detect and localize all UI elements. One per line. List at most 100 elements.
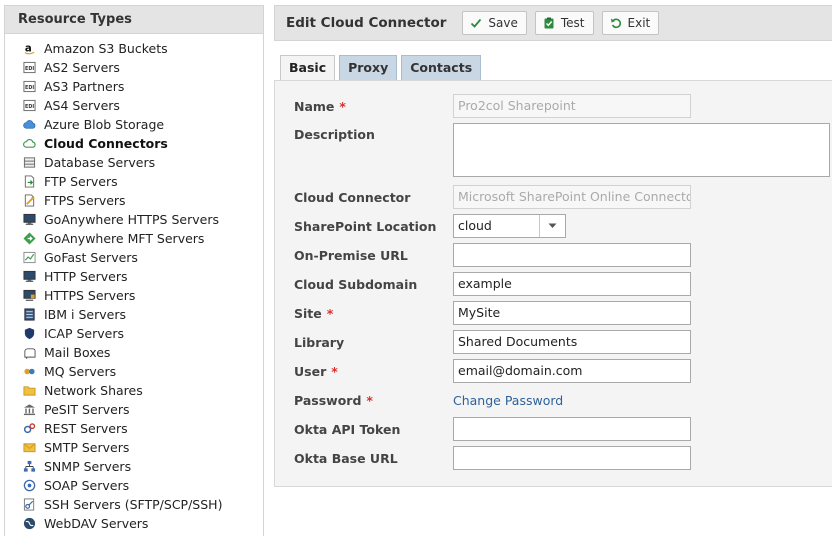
- sidebar-item-as3-partners[interactable]: EDI AS3 Partners: [5, 77, 263, 96]
- sidebar-item-mq-servers[interactable]: MQ Servers: [5, 362, 263, 381]
- monitor-icon: [22, 270, 36, 284]
- change-password-link[interactable]: Change Password: [453, 393, 563, 408]
- check-icon: [470, 17, 482, 29]
- sidebar-item-label: Amazon S3 Buckets: [44, 41, 168, 56]
- monitor-icon: [22, 213, 36, 227]
- name-label: Name *: [294, 98, 346, 114]
- sidebar-item-label: AS2 Servers: [44, 60, 120, 75]
- sidebar-item-label: IBM i Servers: [44, 307, 126, 322]
- svg-text:EDI: EDI: [25, 85, 34, 91]
- sidebar-item-icap-servers[interactable]: ICAP Servers: [5, 324, 263, 343]
- sidebar-item-label: SNMP Servers: [44, 459, 132, 474]
- description-field[interactable]: [453, 123, 830, 177]
- cloud-subdomain-field[interactable]: example: [453, 272, 691, 296]
- sharepoint-location-value: cloud: [458, 218, 492, 233]
- ftp-file-icon: [22, 175, 36, 189]
- sidebar-item-ssh-servers-sftp-scp-ssh[interactable]: SSH Servers (SFTP/SCP/SSH): [5, 495, 263, 514]
- tab-basic[interactable]: Basic: [280, 55, 336, 81]
- sharepoint-location-label: SharePoint Location: [294, 218, 437, 234]
- cloud-icon: [22, 137, 36, 151]
- site-label: Site *: [294, 305, 334, 321]
- sidebar-item-ftps-servers[interactable]: FTPS Servers: [5, 191, 263, 210]
- sidebar-item-label: FTPS Servers: [44, 193, 126, 208]
- ftps-file-icon: [22, 194, 36, 208]
- sidebar-item-network-shares[interactable]: Network Shares: [5, 381, 263, 400]
- tab-bar: Basic Proxy Contacts: [280, 55, 485, 81]
- name-field[interactable]: Pro2col Sharepoint: [453, 94, 691, 118]
- sidebar-item-database-servers[interactable]: Database Servers: [5, 153, 263, 172]
- sidebar-item-label: ICAP Servers: [44, 326, 124, 341]
- test-label: Test: [560, 16, 585, 30]
- okta-api-token-label: Okta API Token: [294, 421, 401, 437]
- sidebar-item-label: Mail Boxes: [44, 345, 111, 360]
- toolbar: Edit Cloud Connector Save Test Exit: [274, 5, 832, 41]
- sidebar-item-label: REST Servers: [44, 421, 128, 436]
- okta-base-url-field[interactable]: [453, 446, 691, 470]
- sidebar-item-pesit-servers[interactable]: PeSIT Servers: [5, 400, 263, 419]
- sidebar-item-rest-servers[interactable]: REST Servers: [5, 419, 263, 438]
- svg-text:EDI: EDI: [25, 104, 34, 110]
- sidebar-item-azure-blob-storage[interactable]: Azure Blob Storage: [5, 115, 263, 134]
- resource-type-list: a Amazon S3 Buckets EDI AS2 Servers EDI AS3 P…: [5, 34, 263, 533]
- gears-icon: [22, 422, 36, 436]
- sidebar-item-mail-boxes[interactable]: Mail Boxes: [5, 343, 263, 362]
- network-icon: [22, 460, 36, 474]
- sidebar-item-https-servers[interactable]: HTTPS Servers: [5, 286, 263, 305]
- sidebar-item-label: SOAP Servers: [44, 478, 130, 493]
- sidebar-item-label: GoAnywhere MFT Servers: [44, 231, 205, 246]
- sidebar-item-amazon-s3-buckets[interactable]: a Amazon S3 Buckets: [5, 39, 263, 58]
- sidebar-item-label: AS4 Servers: [44, 98, 120, 113]
- save-button[interactable]: Save: [462, 11, 527, 35]
- sidebar-item-label: FTP Servers: [44, 174, 118, 189]
- sidebar-item-label: Database Servers: [44, 155, 156, 170]
- edit-panel: Edit Cloud Connector Save Test Exit Basi…: [274, 5, 832, 487]
- sidebar-item-ftp-servers[interactable]: FTP Servers: [5, 172, 263, 191]
- goanywhere-icon: [22, 232, 36, 246]
- cloud-connector-label: Cloud Connector: [294, 189, 411, 205]
- sidebar-item-label: AS3 Partners: [44, 79, 125, 94]
- tab-proxy[interactable]: Proxy: [339, 55, 398, 80]
- chevron-down-icon[interactable]: [539, 215, 565, 237]
- server-icon: [22, 308, 36, 322]
- clipboard-check-icon: [543, 17, 555, 29]
- site-field[interactable]: MySite: [453, 301, 691, 325]
- required-marker: *: [366, 392, 373, 408]
- sidebar-item-as2-servers[interactable]: EDI AS2 Servers: [5, 58, 263, 77]
- sidebar-item-label: HTTP Servers: [44, 269, 128, 284]
- exit-button[interactable]: Exit: [601, 11, 660, 35]
- sidebar-item-goanywhere-mft-servers[interactable]: GoAnywhere MFT Servers: [5, 229, 263, 248]
- sharepoint-location-select[interactable]: cloud: [453, 214, 566, 238]
- test-button[interactable]: Test: [534, 11, 594, 35]
- okta-base-url-label: Okta Base URL: [294, 450, 398, 466]
- okta-api-token-field[interactable]: [453, 417, 691, 441]
- sidebar-item-label: SSH Servers (SFTP/SCP/SSH): [44, 497, 223, 512]
- sidebar-item-label: WebDAV Servers: [44, 516, 149, 531]
- on-premise-url-field[interactable]: [453, 243, 691, 267]
- sidebar-item-gofast-servers[interactable]: GoFast Servers: [5, 248, 263, 267]
- sidebar-item-goanywhere-https-servers[interactable]: GoAnywhere HTTPS Servers: [5, 210, 263, 229]
- sidebar-title: Resource Types: [5, 6, 263, 34]
- description-label: Description: [294, 127, 375, 142]
- sidebar-item-snmp-servers[interactable]: SNMP Servers: [5, 457, 263, 476]
- edi-icon: EDI: [22, 61, 36, 75]
- sidebar-item-soap-servers[interactable]: SOAP Servers: [5, 476, 263, 495]
- sidebar-item-label: Cloud Connectors: [44, 136, 168, 151]
- sidebar-item-as4-servers[interactable]: EDI AS4 Servers: [5, 96, 263, 115]
- folder-icon: [22, 384, 36, 398]
- azure-cloud-icon: [22, 118, 36, 132]
- sidebar-item-smtp-servers[interactable]: SMTP Servers: [5, 438, 263, 457]
- sidebar-item-http-servers[interactable]: HTTP Servers: [5, 267, 263, 286]
- mq-icon: [22, 365, 36, 379]
- sidebar-item-label: HTTPS Servers: [44, 288, 136, 303]
- tab-contacts[interactable]: Contacts: [401, 55, 482, 80]
- sidebar-item-ibm-i-servers[interactable]: IBM i Servers: [5, 305, 263, 324]
- user-field[interactable]: email@domain.com: [453, 359, 691, 383]
- sidebar-item-cloud-connectors[interactable]: Cloud Connectors: [5, 134, 263, 153]
- exit-label: Exit: [627, 16, 651, 30]
- sidebar-item-webdav-servers[interactable]: WebDAV Servers: [5, 514, 263, 533]
- library-field[interactable]: Shared Documents: [453, 330, 691, 354]
- sidebar-item-label: Network Shares: [44, 383, 143, 398]
- library-label: Library: [294, 334, 345, 350]
- edi-icon: EDI: [22, 99, 36, 113]
- secure-monitor-icon: [22, 289, 36, 303]
